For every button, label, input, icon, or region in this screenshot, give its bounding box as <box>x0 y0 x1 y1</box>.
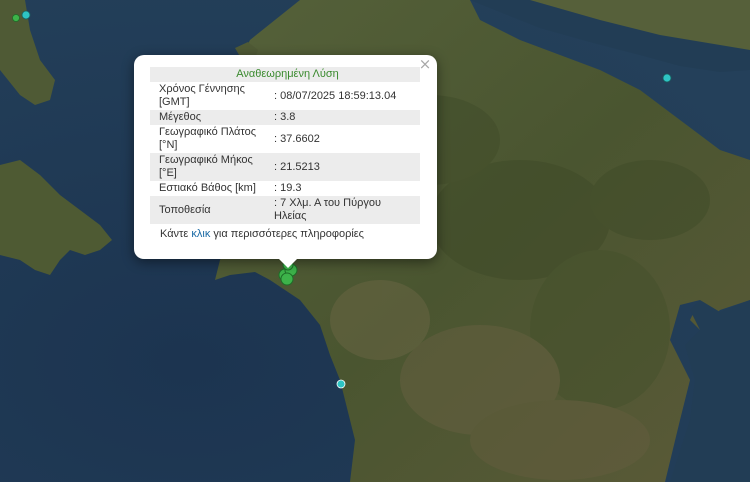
more-info-link[interactable]: κλικ <box>191 228 210 240</box>
earthquake-info-popup: × Αναθεωρημένη Λύση Χρόνος Γέννησης [GMT… <box>134 55 437 259</box>
popup-title-row: Αναθεωρημένη Λύση <box>150 67 420 82</box>
more-info-suffix: για περισσότερες πληροφορίες <box>210 228 364 240</box>
earthquake-marker-icon[interactable] <box>662 73 672 83</box>
popup-pointer <box>278 258 298 268</box>
latitude-label: Γεωγραφικό Πλάτος [°N] <box>159 126 257 151</box>
table-row: Γεωγραφικό Μήκος [°E] : 21.5213 <box>150 153 420 181</box>
table-row: Γεωγραφικό Πλάτος [°N] : 37.6602 <box>150 125 420 153</box>
magnitude-label: Μέγεθος <box>150 110 270 125</box>
popup-title: Αναθεωρημένη Λύση <box>150 67 420 82</box>
depth-value: : 19.3 <box>274 182 302 194</box>
location-value: : 7 Χλμ. Α του Πύργου Ηλείας <box>270 196 420 224</box>
table-row: Εστιακό Βάθος [km] : 19.3 <box>150 181 420 196</box>
earthquake-marker-icon[interactable] <box>21 10 31 20</box>
table-row: Μέγεθος : 3.8 <box>150 110 420 125</box>
origin-time-value: : 08/07/2025 18:59:13.04 <box>274 89 397 102</box>
earthquake-marker-icon[interactable] <box>280 272 294 286</box>
magnitude-value: : 3.8 <box>270 110 420 125</box>
earthquake-info-table: Αναθεωρημένη Λύση Χρόνος Γέννησης [GMT] … <box>150 67 420 224</box>
more-info-line: Κάντε κλικ για περισσότερες πληροφορίες <box>150 224 420 240</box>
earthquake-marker-icon[interactable] <box>336 379 346 389</box>
longitude-value: : 21.5213 <box>270 153 420 181</box>
location-label: Τοποθεσία <box>150 196 270 224</box>
more-info-prefix: Κάντε <box>160 228 192 240</box>
longitude-label: Γεωγραφικό Μήκος [°E] <box>150 153 270 181</box>
depth-label: Εστιακό Βάθος [km] <box>159 182 256 194</box>
table-row: Χρόνος Γέννησης [GMT] : 08/07/2025 18:59… <box>150 82 420 110</box>
popup-content: Αναθεωρημένη Λύση Χρόνος Γέννησης [GMT] … <box>150 67 420 240</box>
table-row: Τοποθεσία : 7 Χλμ. Α του Πύργου Ηλείας <box>150 196 420 224</box>
latitude-value: : 37.6602 <box>274 132 320 145</box>
origin-time-label: Χρόνος Γέννησης [GMT] <box>159 83 245 108</box>
earthquake-marker-icon[interactable] <box>12 14 20 22</box>
